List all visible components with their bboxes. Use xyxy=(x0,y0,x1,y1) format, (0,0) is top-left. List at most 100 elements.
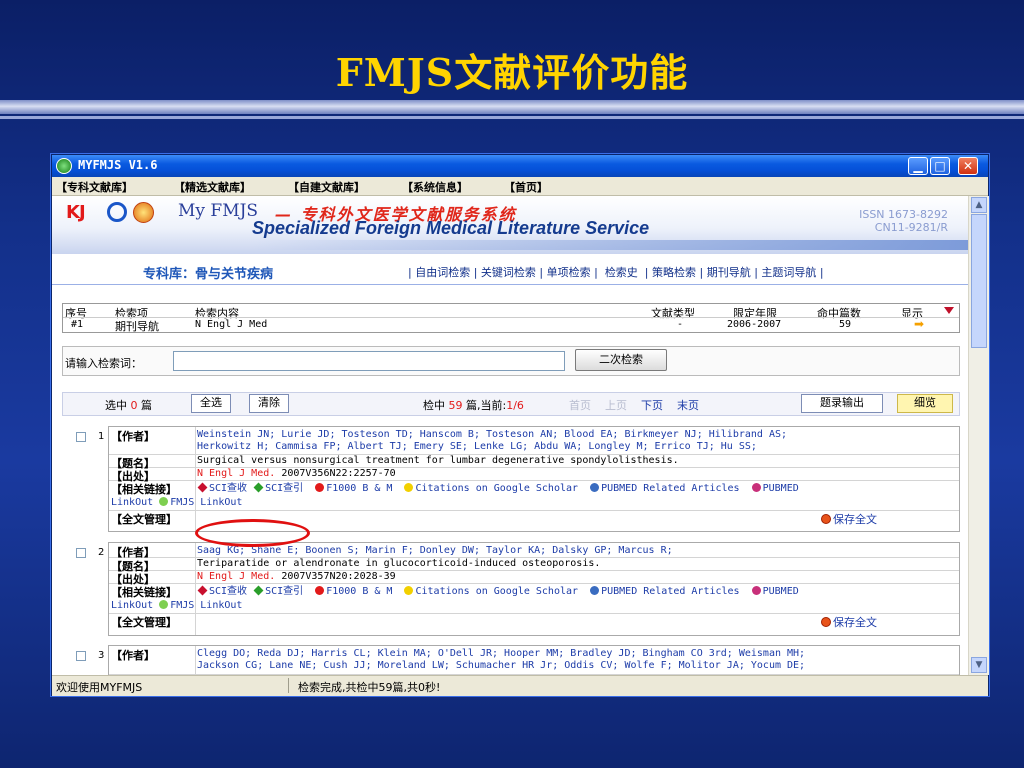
nav-keyword-search[interactable]: 关键词检索 xyxy=(481,266,536,279)
window-title: MYFMJS V1.6 xyxy=(78,158,158,172)
last-page-link[interactable]: 末页 xyxy=(677,397,699,413)
secondary-search-button[interactable]: 二次检索 xyxy=(575,349,667,371)
record-title[interactable]: Teriparatide or alendronate in glucocort… xyxy=(197,558,600,570)
menu-custom-library[interactable]: 【自建文献库】 xyxy=(288,179,365,195)
save-fulltext-link[interactable]: 保存全文 xyxy=(821,511,877,527)
scroll-up-icon[interactable]: ▲ xyxy=(971,197,987,213)
window-titlebar[interactable]: MYFMJS V1.6 ▁ □ ✕ xyxy=(52,155,988,177)
linkout-link[interactable]: LinkOut xyxy=(111,497,153,508)
authors-line-2[interactable]: Jackson CG; Lane NE; Cush JJ; Moreland L… xyxy=(197,660,805,672)
source-journal[interactable]: N Engl J Med. xyxy=(197,468,275,479)
magenta-dot-icon xyxy=(751,483,761,492)
sci-ref-link[interactable]: SCI查引 xyxy=(265,483,303,494)
row-divider xyxy=(63,317,959,318)
yellow-dot-icon xyxy=(404,483,414,492)
nav-strategy-search[interactable]: 策略检索 xyxy=(652,266,696,279)
search-input[interactable] xyxy=(173,351,565,371)
menu-selected-library[interactable]: 【精选文献库】 xyxy=(174,179,251,195)
hits-number: 59 xyxy=(448,399,463,412)
close-button[interactable]: ✕ xyxy=(958,157,978,175)
clear-button[interactable]: 清除 xyxy=(249,394,289,413)
minimize-button[interactable]: ▁ xyxy=(908,157,928,175)
banner: KJ My FMJS — 专科外文医学文献服务系统 Specialized Fo… xyxy=(52,196,968,254)
fulltext-row: 【全文管理】 保存全文 xyxy=(109,613,959,631)
banner-en-title: Specialized Foreign Medical Literature S… xyxy=(252,218,650,238)
authors-line-1[interactable]: Clegg DO; Reda DJ; Harris CL; Klein MA; … xyxy=(197,648,805,660)
authors-line-2[interactable]: Herkowitz H; Cammisa FP; Albert TJ; Emer… xyxy=(197,441,757,453)
next-page-link[interactable]: 下页 xyxy=(641,397,663,413)
menu-home[interactable]: 【首页】 xyxy=(504,179,548,195)
title-row: 【题名】 Surgical versus nonsurgical treatme… xyxy=(109,454,959,470)
prev-page-link[interactable]: 上页 xyxy=(605,397,627,413)
arrow-right-icon[interactable]: ➡ xyxy=(914,317,924,331)
query-index: #1 xyxy=(71,319,84,330)
record-checkbox[interactable] xyxy=(76,548,86,558)
pubmed-linkout-link[interactable]: PUBMED xyxy=(763,483,799,494)
linkout-link[interactable]: LinkOut xyxy=(111,600,153,611)
author-row: 【作者】 Weinstein JN; Lurie JD; Tosteson TD… xyxy=(109,427,959,455)
vertical-scrollbar[interactable]: ▲ ▼ xyxy=(968,196,989,675)
issn-info: ISSN 1673-8292 CN11-9281/R xyxy=(859,208,948,234)
fmjs-linkout-link[interactable]: FMJS LinkOut xyxy=(170,497,242,508)
nav-search-history[interactable]: 检索史 xyxy=(605,266,638,279)
scholar-link[interactable]: Citations on Google Scholar xyxy=(415,586,578,597)
sci-cite-link[interactable]: SCI查收 xyxy=(209,586,247,597)
nav-single-search[interactable]: 单项检索 xyxy=(547,266,591,279)
sci-cite-link[interactable]: SCI查收 xyxy=(209,483,247,494)
status-bar: 欢迎使用MYFMJS 检索完成,共检中59篇,共0秒! xyxy=(52,675,988,696)
nav-free-word-search[interactable]: 自由词检索 xyxy=(415,266,470,279)
record-1: 1 【作者】 Weinstein JN; Lurie JD; Tosteson … xyxy=(62,426,960,532)
query-field: 期刊导航 xyxy=(115,320,159,333)
maximize-button[interactable]: □ xyxy=(930,157,950,175)
query-content: N Engl J Med xyxy=(195,319,268,330)
record-number: 1 xyxy=(98,431,105,442)
menu-system-info[interactable]: 【系统信息】 xyxy=(402,179,468,195)
menu-specialty-library[interactable]: 【专科文献库】 xyxy=(56,179,133,195)
source-detail: 2007V356N22:2257-70 xyxy=(281,468,396,479)
record-box: 【作者】 Saag KG; Shane E; Boonen S; Marin F… xyxy=(108,542,960,636)
nav-journal-navigation[interactable]: 期刊导航 xyxy=(707,266,751,279)
scroll-down-icon[interactable]: ▼ xyxy=(971,657,987,673)
query-hit-count: 59 xyxy=(839,319,852,330)
record-title[interactable]: Surgical versus nonsurgical treatment fo… xyxy=(197,455,679,467)
save-icon xyxy=(821,514,831,524)
query-history-table: 序号 检索项 检索内容 文献类型 限定年限 命中篇数 显示 #1 期刊导航 N … xyxy=(62,303,960,333)
sci-ref-link[interactable]: SCI查引 xyxy=(265,586,303,597)
scholar-link[interactable]: Citations on Google Scholar xyxy=(415,483,578,494)
record-3: 3 【作者】 Clegg DO; Reda DJ; Harris CL; Kle… xyxy=(62,645,960,675)
first-page-link[interactable]: 首页 xyxy=(569,397,591,413)
app-window: MYFMJS V1.6 ▁ □ ✕ 【专科文献库】 【精选文献库】 【自建文献库… xyxy=(51,154,989,696)
kj-logo: KJ xyxy=(66,202,86,223)
green-dot-icon xyxy=(159,600,169,609)
record-box: 【作者】 Weinstein JN; Lurie JD; Tosteson TD… xyxy=(108,426,960,532)
record-number: 3 xyxy=(98,650,105,661)
authors-line-1[interactable]: Saag KG; Shane E; Boonen S; Marin F; Don… xyxy=(197,545,673,557)
slide-title: FMJS文献评价功能 xyxy=(335,50,689,95)
f1000-link[interactable]: F1000 B & M xyxy=(326,586,392,597)
record-checkbox[interactable] xyxy=(76,432,86,442)
save-icon xyxy=(821,617,831,627)
pubmed-related-link[interactable]: PUBMED Related Articles xyxy=(601,586,739,597)
fulltext-label: 【全文管理】 xyxy=(111,513,177,526)
related-links: SCI查收 SCI查引 F1000 B & M Citations on Goo… xyxy=(197,482,799,495)
nav-subject-navigation[interactable]: 主题词导航 xyxy=(761,266,816,279)
source-journal[interactable]: N Engl J Med. xyxy=(197,571,275,582)
status-separator xyxy=(288,678,289,693)
sort-down-icon[interactable] xyxy=(944,307,954,314)
select-all-button[interactable]: 全选 xyxy=(191,394,231,413)
blue-dot-icon xyxy=(590,483,600,492)
save-fulltext-link[interactable]: 保存全文 xyxy=(821,614,877,630)
scroll-thumb[interactable] xyxy=(971,214,987,348)
pubmed-related-link[interactable]: PUBMED Related Articles xyxy=(601,483,739,494)
pubmed-linkout-link[interactable]: PUBMED xyxy=(763,586,799,597)
f1000-link[interactable]: F1000 B & M xyxy=(326,483,392,494)
authors-line-1[interactable]: Weinstein JN; Lurie JD; Tosteson TD; Han… xyxy=(197,429,787,441)
detail-view-button[interactable]: 细览 xyxy=(897,394,953,413)
fmjs-linkout-link[interactable]: FMJS LinkOut xyxy=(170,600,242,611)
status-welcome: 欢迎使用MYFMJS xyxy=(56,681,143,694)
record-checkbox[interactable] xyxy=(76,651,86,661)
red-diamond-icon xyxy=(197,585,208,596)
export-button[interactable]: 题录输出 xyxy=(801,394,883,413)
source-detail: 2007V357N20:2028-39 xyxy=(281,571,396,582)
menu-bar: 【专科文献库】 【精选文献库】 【自建文献库】 【系统信息】 【首页】 xyxy=(52,177,988,196)
